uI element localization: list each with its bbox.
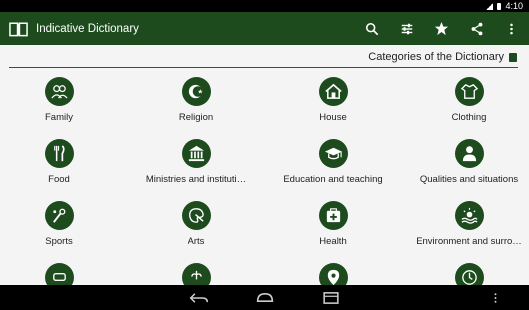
category-label: Family xyxy=(45,112,73,123)
category-item[interactable]: Arts xyxy=(130,201,262,247)
food-icon xyxy=(44,139,74,168)
category-item[interactable]: Religion xyxy=(130,77,262,123)
category-item[interactable]: Ministries and instituti… xyxy=(130,139,262,185)
house-icon xyxy=(318,77,348,106)
category-item[interactable]: House xyxy=(267,77,399,123)
categories-header: Categories of the Dictionary xyxy=(368,51,517,63)
share-icon[interactable] xyxy=(459,12,494,45)
overflow-menu-icon[interactable] xyxy=(494,12,529,45)
category-label: Education and teaching xyxy=(283,174,383,185)
search-icon[interactable] xyxy=(354,12,389,45)
status-time: 4:10 xyxy=(505,1,523,11)
sports-icon xyxy=(44,201,74,230)
category-item[interactable]: Health xyxy=(267,201,399,247)
app-title: Indicative Dictionary xyxy=(36,22,139,35)
category-item[interactable]: Qualities and situations xyxy=(403,139,529,185)
category-label: Qualities and situations xyxy=(419,174,519,185)
back-icon[interactable] xyxy=(185,288,213,308)
category-label: Arts xyxy=(187,236,205,247)
menu-icon[interactable] xyxy=(494,285,497,310)
category-item[interactable]: Sports xyxy=(0,201,125,247)
star-icon[interactable] xyxy=(424,12,459,45)
bookmark-icon xyxy=(509,52,517,62)
home-icon[interactable] xyxy=(251,288,279,308)
category-item[interactable]: Clothing xyxy=(403,77,529,123)
action-bar: Indicative Dictionary xyxy=(0,12,529,45)
category-label: Environment and surro… xyxy=(416,236,522,247)
institution-icon xyxy=(181,139,211,168)
category-item[interactable]: Family xyxy=(0,77,125,123)
religion-icon xyxy=(181,77,211,106)
category-item[interactable]: Environment and surro… xyxy=(403,201,529,247)
category-label: Health xyxy=(319,236,347,247)
signal-icon xyxy=(486,2,494,10)
book-icon[interactable] xyxy=(9,21,28,37)
category-item[interactable]: Food xyxy=(0,139,125,185)
categories-header-label: Categories of the Dictionary xyxy=(368,51,504,63)
recent-apps-icon[interactable] xyxy=(317,288,345,308)
person-icon xyxy=(454,139,484,168)
battery-icon xyxy=(497,2,502,10)
family-icon xyxy=(44,77,74,106)
category-label: Clothing xyxy=(451,112,487,123)
category-label: Religion xyxy=(178,112,214,123)
category-label: Food xyxy=(48,174,70,185)
status-bar: 4:10 xyxy=(0,0,529,12)
environment-icon xyxy=(454,201,484,230)
clothing-icon xyxy=(454,77,484,106)
system-nav-bar xyxy=(0,285,529,310)
header-divider xyxy=(9,67,518,68)
settings-sliders-icon[interactable] xyxy=(389,12,424,45)
app-screen: 4:10 Indicative Dictionary Categories of… xyxy=(0,0,529,310)
categories-panel: Categories of the Dictionary Family Reli… xyxy=(0,45,529,292)
health-icon xyxy=(318,201,348,230)
category-label: Sports xyxy=(45,236,73,247)
education-icon xyxy=(318,139,348,168)
category-item[interactable]: Education and teaching xyxy=(267,139,399,185)
category-label: House xyxy=(319,112,347,123)
category-label: Ministries and instituti… xyxy=(145,174,247,185)
arts-icon xyxy=(181,201,211,230)
